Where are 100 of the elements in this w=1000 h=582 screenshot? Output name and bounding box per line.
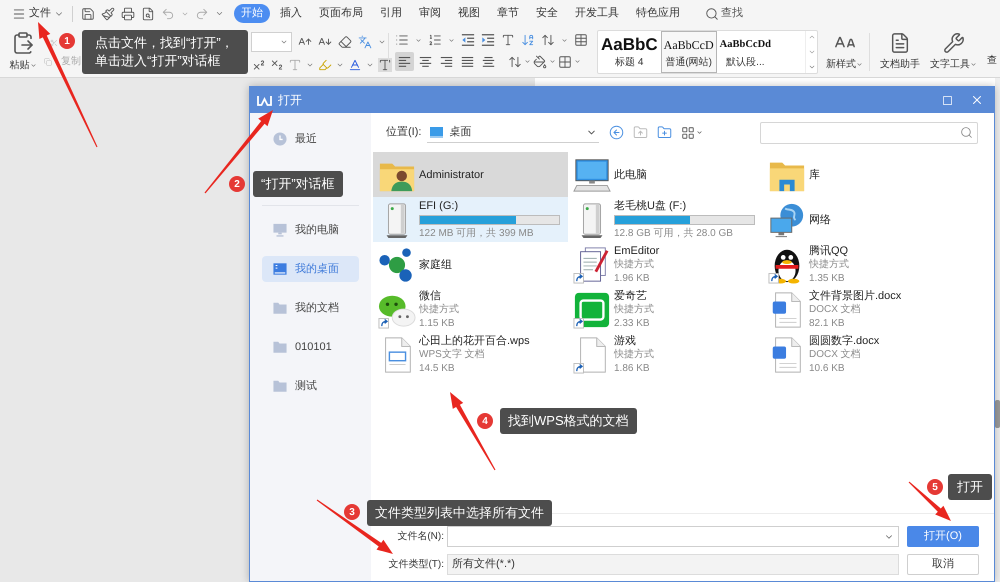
style-preset[interactable]: AaBbCcD 普通(网站) xyxy=(660,31,717,73)
paintbrush-icon[interactable] xyxy=(101,6,115,20)
paste-button[interactable]: 粘贴 xyxy=(6,27,40,77)
character-shading-icon[interactable] xyxy=(378,58,392,72)
text-icon[interactable] xyxy=(501,33,515,47)
ribbon-tab[interactable]: 视图 xyxy=(451,4,487,23)
ribbon-tab[interactable]: 页面布局 xyxy=(312,4,370,23)
annotation-tooltip: 打开 xyxy=(948,474,992,500)
ribbon-tab[interactable]: 插入 xyxy=(273,4,309,23)
back-icon[interactable] xyxy=(609,125,624,140)
indent-decrease-icon[interactable] xyxy=(461,33,475,47)
caret-icon xyxy=(415,36,422,44)
file-item[interactable]: 微信 快捷方式 1.15 KB xyxy=(373,287,568,332)
file-type: WPS文字 文档 xyxy=(419,348,486,362)
style-preset[interactable]: AaBbC 标题 4 xyxy=(598,31,661,73)
up-down-arrows-icon[interactable] xyxy=(508,54,522,68)
file-item[interactable]: 家庭组 xyxy=(373,242,568,287)
file-name: 家庭组 xyxy=(419,258,452,272)
align-button[interactable] xyxy=(395,52,414,71)
file-type: 快捷方式 xyxy=(419,302,459,316)
indent-increase-icon[interactable] xyxy=(481,33,495,47)
ribbon-tab[interactable]: 章节 xyxy=(490,4,526,23)
search-field[interactable] xyxy=(760,122,978,144)
annotation-tooltip: 文件类型列表中选择所有文件 xyxy=(367,500,552,526)
caret-icon xyxy=(524,58,531,65)
file-item[interactable]: 爱奇艺 快捷方式 2.33 KB xyxy=(568,287,763,332)
file-name: EmEditor xyxy=(614,244,660,258)
ribbon-tab[interactable]: 安全 xyxy=(529,4,565,23)
location-dropdown[interactable]: 桌面 xyxy=(427,122,600,142)
translate-icon[interactable] xyxy=(358,35,372,49)
file-size: 1.35 KB xyxy=(809,272,846,286)
search-button[interactable]: 查找 xyxy=(705,5,743,22)
file-item[interactable]: 心田上的花开百合.wps WPS文字 文档 14.5 KB xyxy=(373,332,568,377)
file-type-dropdown[interactable]: 所有文件(*.*) xyxy=(447,554,899,575)
numbered-list-icon[interactable] xyxy=(428,33,442,47)
more-styles-icon[interactable] xyxy=(808,63,816,71)
file-item[interactable]: EFI (G:) 122 MB 可用，共 399 MB xyxy=(373,197,568,242)
save-icon[interactable] xyxy=(81,6,95,20)
file-name: 微信 xyxy=(419,288,442,302)
caret-icon xyxy=(306,61,314,69)
table-icon[interactable] xyxy=(574,33,588,47)
step-number: 2 xyxy=(229,176,245,192)
new-folder-icon[interactable] xyxy=(657,125,672,140)
filename-field[interactable] xyxy=(447,526,899,547)
close-icon[interactable] xyxy=(970,93,984,107)
ribbon-tab[interactable]: 引用 xyxy=(373,4,409,23)
file-size: 14.5 KB xyxy=(419,362,456,376)
file-search-icon[interactable] xyxy=(141,6,155,20)
style-preset[interactable]: AaBbCcDd 默认段... xyxy=(716,31,774,73)
borders-icon[interactable] xyxy=(558,54,572,68)
sidebar-item[interactable]: 测试 xyxy=(262,373,359,399)
new-style-button[interactable]: 新样式 xyxy=(826,27,863,77)
sidebar-item[interactable]: 我的文档 xyxy=(262,295,359,321)
file-menu[interactable]: 文件 xyxy=(12,5,64,22)
file-type: 快捷方式 xyxy=(614,348,654,362)
file-item[interactable]: 老毛桃U盘 (F:) 12.8 GB 可用，共 28.0 GB xyxy=(568,197,763,242)
file-item[interactable]: EmEditor 快捷方式 1.96 KB xyxy=(568,242,763,287)
ribbon-tab[interactable]: 审阅 xyxy=(412,4,448,23)
dialog-button[interactable]: 取消 xyxy=(907,554,979,575)
superscript-icon[interactable] xyxy=(252,58,266,72)
file-item[interactable]: 此电脑 xyxy=(568,152,763,197)
printer-icon[interactable] xyxy=(121,6,135,20)
clipboard-icon xyxy=(11,31,35,55)
file-item[interactable]: 网络 xyxy=(763,197,958,242)
desktop-icon xyxy=(273,262,287,276)
search-icon xyxy=(705,6,719,20)
caret-icon xyxy=(215,9,224,18)
maximize-icon[interactable] xyxy=(942,94,953,106)
eraser-icon[interactable] xyxy=(338,35,352,49)
sidebar-item[interactable]: 010101 xyxy=(262,334,359,360)
scroll-up-icon[interactable] xyxy=(808,33,816,41)
file-item[interactable]: 文件背景图片.docx DOCX 文档 82.1 KB xyxy=(763,287,958,332)
align-justify-icon xyxy=(461,56,474,68)
annotation-tooltip: 点击文件，找到“打开”，单击进入“打开”对话框 xyxy=(82,30,248,74)
view-mode-button[interactable] xyxy=(681,126,704,140)
align-distributed-icon xyxy=(482,56,495,68)
file-item[interactable]: 库 xyxy=(763,152,958,197)
ribbon-tab[interactable]: 开发工具 xyxy=(568,4,626,23)
paint-bucket-icon[interactable] xyxy=(533,54,547,68)
scissors-icon[interactable] xyxy=(50,39,58,47)
subscript-icon[interactable] xyxy=(270,58,284,72)
sort-icon[interactable] xyxy=(521,33,535,47)
document-assistant-button[interactable]: 文档助手 xyxy=(880,27,920,77)
up-down-arrows-icon[interactable] xyxy=(541,33,555,47)
caret-icon xyxy=(561,36,568,44)
file-item[interactable]: Administrator xyxy=(373,152,568,197)
text-tools-button[interactable]: 文字工具 xyxy=(930,27,977,77)
font-color-icon[interactable] xyxy=(348,58,362,72)
file-item[interactable]: 圆圆数字.docx DOCX 文档 10.6 KB xyxy=(763,332,958,377)
sidebar-item[interactable]: 最近 xyxy=(262,126,359,152)
file-name: 网络 xyxy=(809,212,831,226)
ribbon-tab[interactable]: 特色应用 xyxy=(629,4,687,23)
scroll-down-icon[interactable] xyxy=(808,48,816,56)
file-item[interactable]: 腾讯QQ 快捷方式 1.35 KB xyxy=(763,242,958,287)
file-item[interactable]: 游戏 快捷方式 1.86 KB xyxy=(568,332,763,377)
font-size-field[interactable] xyxy=(251,32,292,52)
scrollbar-thumb[interactable] xyxy=(995,400,1000,428)
sidebar-item[interactable]: 我的电脑 xyxy=(262,217,359,243)
ribbon-button[interactable]: 查 xyxy=(987,53,997,68)
dialog-button[interactable]: 打开(O) xyxy=(907,526,979,547)
